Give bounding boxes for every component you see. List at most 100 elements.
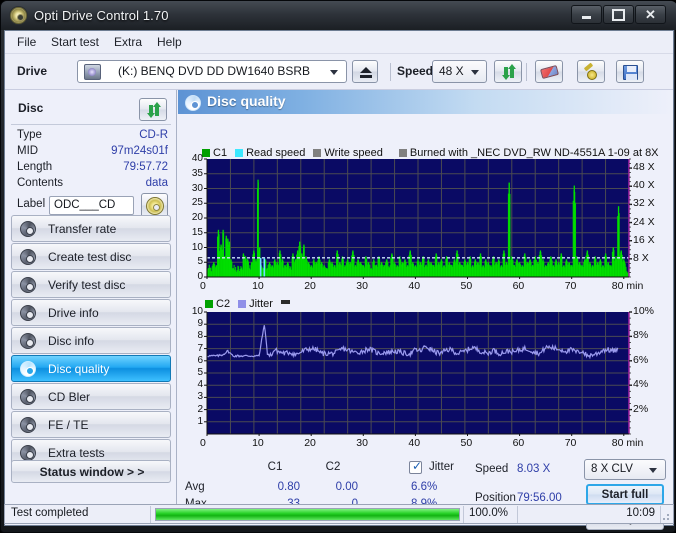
write-strategy-value: 8 X CLV xyxy=(591,463,633,475)
sidebar-item-label: Extra tests xyxy=(48,446,105,460)
refresh-button[interactable] xyxy=(494,60,522,83)
jitter-checkbox-label: Jitter xyxy=(429,461,454,473)
x-tick-label: 60 xyxy=(512,437,525,449)
status-window-button[interactable]: Status window > > xyxy=(11,460,171,483)
sidebar-item-label: Verify test disc xyxy=(48,278,126,292)
sidebar-item-cd-bler[interactable]: CD Bler xyxy=(11,383,171,410)
maximize-button[interactable] xyxy=(603,5,634,24)
drive-select[interactable]: (K:) BENQ DVD DD DW1640 BSRB xyxy=(77,60,347,83)
drive-select-value: (K:) BENQ DVD DD DW1640 BSRB xyxy=(118,64,311,78)
legend-label-jitter: Jitter xyxy=(249,298,273,310)
y-tick-label: 5 xyxy=(197,256,203,268)
sidebar-item-verify-test-disc[interactable]: Verify test disc xyxy=(11,271,171,298)
stats-header-c1: C1 xyxy=(267,461,283,473)
cd-disc-icon xyxy=(146,197,164,215)
drive-label: Drive xyxy=(17,64,48,78)
legend-swatch-c1 xyxy=(202,149,210,157)
stats-row-avg-jitter: 6.6% xyxy=(411,481,438,493)
write-strategy-select[interactable]: 8 X CLV xyxy=(584,459,666,480)
jitter-checkbox[interactable]: ✓ xyxy=(409,460,422,474)
menu-file[interactable]: File xyxy=(11,34,42,51)
legend-label-c2: C2 xyxy=(216,298,231,310)
sidebar-item-label: Disc quality xyxy=(48,362,110,376)
status-divider-3 xyxy=(517,506,518,523)
stats-row-avg-label: Avg xyxy=(185,481,205,493)
menu-help[interactable]: Help xyxy=(151,34,188,51)
y2-tick-label: 24 X xyxy=(633,215,655,228)
label-input[interactable]: ODC___CD xyxy=(49,196,134,215)
sidebar-item-label: Transfer rate xyxy=(48,222,117,236)
disc-info-icon xyxy=(20,333,37,350)
y2-tick-label: 40 X xyxy=(633,179,655,192)
y2-tick-label: 4% xyxy=(633,378,649,391)
sidebar-item-transfer-rate[interactable]: Transfer rate xyxy=(11,215,171,242)
start-full-label: Start full xyxy=(601,489,649,501)
disc-row-length-key: Length xyxy=(17,161,53,173)
disc-drive-icon xyxy=(20,305,37,322)
sidebar-item-disc-quality[interactable]: Disc quality xyxy=(11,355,171,382)
c1-chart xyxy=(193,157,643,280)
y-tick-label: 10 xyxy=(191,241,203,253)
disc-write-icon xyxy=(20,249,37,266)
y-tick-label: 8 xyxy=(197,330,203,342)
resize-grip[interactable] xyxy=(660,511,670,521)
y-tick-label: 9 xyxy=(197,318,203,330)
status-window-label: Status window > > xyxy=(39,465,145,479)
sidebar-item-drive-info[interactable]: Drive info xyxy=(11,299,171,326)
y-tick-label: 3 xyxy=(197,391,203,403)
y2-tick-label: 8 X xyxy=(633,251,649,264)
minimize-button[interactable] xyxy=(571,5,602,24)
refresh-arrows-icon xyxy=(501,64,517,80)
info-position-label: Position xyxy=(475,492,516,504)
erase-button[interactable] xyxy=(535,60,563,83)
disc-verify-icon xyxy=(20,277,37,294)
chevron-down-icon xyxy=(471,70,479,75)
info-speed-value: 8.03 X xyxy=(517,463,551,475)
menu-start-test[interactable]: Start test xyxy=(45,34,105,51)
legend-swatch-write-speed xyxy=(313,149,322,157)
title-bar: Opti Drive Control 1.70 ✕ xyxy=(1,1,676,30)
legend-swatch-jitter xyxy=(238,300,247,308)
speed-select-value: 48 X xyxy=(439,64,464,78)
toolbar: Drive (K:) BENQ DVD DD DW1640 BSRB Speed… xyxy=(5,54,673,90)
close-button[interactable]: ✕ xyxy=(635,5,666,24)
y2-tick-label: 10% xyxy=(633,305,655,317)
disc-refresh-button[interactable] xyxy=(139,98,167,121)
y2-tick-label: 8% xyxy=(633,329,649,342)
x-tick-label: 50 xyxy=(460,280,473,292)
client-area: File Start test Extra Help Drive (K:) BE… xyxy=(4,30,674,530)
sidebar-item-disc-info[interactable]: Disc info xyxy=(11,327,171,354)
x-tick-label: 60 xyxy=(512,280,525,292)
disc-row-contents-key: Contents xyxy=(17,177,64,189)
menu-extra[interactable]: Extra xyxy=(108,34,148,51)
eject-icon-bar xyxy=(360,75,372,78)
save-button[interactable] xyxy=(616,60,644,83)
legend-swatch-read-speed xyxy=(235,149,244,157)
y-tick-label: 7 xyxy=(197,342,203,354)
y-tick-label: 30 xyxy=(191,182,203,194)
eject-button[interactable] xyxy=(352,60,378,83)
jitter-chart xyxy=(193,310,643,437)
x-tick-label: 0 xyxy=(200,437,206,449)
x-tick-label: 70 xyxy=(564,280,577,292)
sidebar-item-fe-te[interactable]: FE / TE xyxy=(11,411,171,438)
stats-row-avg-c1: 0.80 xyxy=(277,481,300,493)
sidebar-item-create-test-disc[interactable]: Create test disc xyxy=(11,243,171,270)
speed-select[interactable]: 48 X xyxy=(432,60,487,83)
disc-quality-icon xyxy=(185,95,201,111)
y-tick-label: 4 xyxy=(197,379,203,391)
x-tick-label: 20 xyxy=(304,437,316,449)
app-window: Opti Drive Control 1.70 ✕ File Start tes… xyxy=(0,0,676,533)
x-tick-label: 40 xyxy=(408,280,421,292)
x-tick-label: 10 xyxy=(252,280,264,292)
start-full-button[interactable]: Start full xyxy=(586,484,664,505)
stats-header-c2: C2 xyxy=(325,461,341,473)
status-divider-1 xyxy=(150,506,151,523)
settings-button[interactable] xyxy=(577,60,605,83)
x-tick-label: 50 xyxy=(460,437,473,449)
y-tick-label: 15 xyxy=(191,226,203,238)
menu-bar: File Start test Extra Help xyxy=(5,31,673,54)
y-tick-label: 20 xyxy=(191,212,203,223)
eraser-icon xyxy=(539,64,560,80)
legend-swatch-c2 xyxy=(205,300,213,308)
